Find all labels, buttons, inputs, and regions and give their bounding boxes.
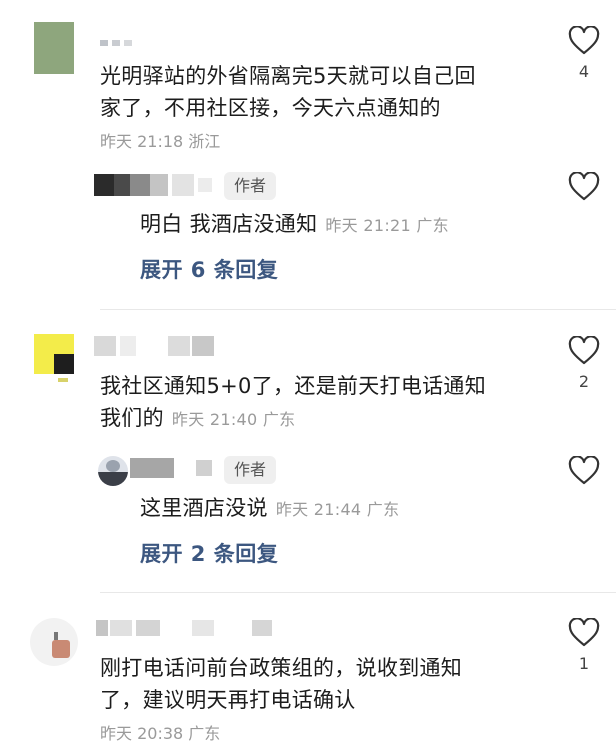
reply-text-content: 明白 我酒店没通知 (140, 212, 318, 236)
reply-text: 这里酒店没说 昨天 21:44 广东 (140, 492, 399, 526)
username-masked[interactable] (100, 40, 134, 46)
heart-icon[interactable] (568, 172, 600, 202)
comment-text-line: 光明驿站的外省隔离完5天就可以自己回 (100, 64, 476, 88)
comment-text-line: 我们的 昨天 21:40 广东 (100, 402, 486, 436)
reply-meta: 昨天 21:21 广东 (325, 216, 449, 235)
divider (100, 592, 616, 593)
username-masked[interactable] (94, 336, 216, 358)
username-masked[interactable] (130, 458, 218, 480)
comment-text-tail: 我们的 (100, 406, 164, 430)
comment-text-line: 刚打电话问前台政策组的，说收到通知 (100, 656, 463, 680)
heart-icon[interactable] (568, 618, 600, 648)
username-masked[interactable] (96, 620, 276, 640)
avatar[interactable] (34, 334, 74, 386)
reply-avatar[interactable] (98, 456, 128, 486)
expand-replies-link[interactable]: 展开 6 条回复 (140, 254, 278, 284)
reply-meta: 昨天 21:44 广东 (275, 500, 400, 519)
comment-meta: 昨天 21:18 浙江 (100, 132, 221, 151)
like-count: 4 (578, 62, 590, 81)
like-count: 1 (578, 654, 590, 673)
comment-text-line: 了，建议明天再打电话确认 (100, 688, 356, 712)
divider (100, 309, 616, 310)
heart-icon[interactable] (568, 456, 600, 486)
heart-icon[interactable] (568, 336, 600, 366)
reply-avatar-username-masked[interactable] (94, 174, 212, 196)
comment-text-line: 我社区通知5+0了，还是前天打电话通知 (100, 374, 487, 398)
reply-text-content: 这里酒店没说 (140, 496, 268, 520)
author-tag: 作者 (224, 172, 277, 200)
comment-meta: 昨天 21:40 广东 (171, 410, 296, 429)
avatar[interactable] (34, 22, 74, 74)
comment-meta: 昨天 20:38 广东 (100, 724, 221, 743)
like-count: 2 (578, 372, 590, 391)
expand-replies-link[interactable]: 展开 2 条回复 (140, 538, 278, 568)
avatar[interactable] (30, 618, 78, 666)
comment-text-line: 家了，不用社区接，今天六点通知的 (100, 96, 441, 120)
heart-icon[interactable] (568, 26, 600, 56)
author-tag: 作者 (224, 456, 277, 484)
reply-text: 明白 我酒店没通知 昨天 21:21 广东 (140, 208, 449, 242)
